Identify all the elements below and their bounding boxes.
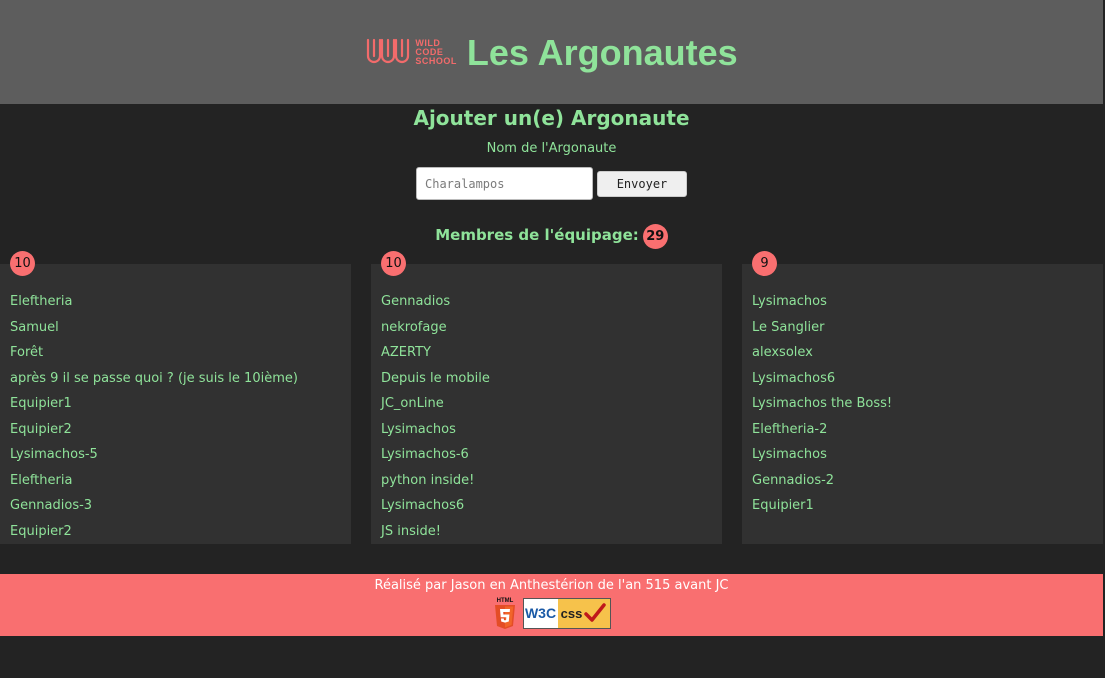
w3c-logo: W3C [523, 598, 558, 628]
member-item: Lysimachos the Boss! [752, 396, 893, 411]
member-item: Eleftheria-2 [752, 421, 828, 437]
site-footer: Réalisé par Jason en Anthestérion de l'a… [0, 574, 1103, 636]
brand: WILD CODE SCHOOL Les Argonautes [365, 30, 738, 74]
member-item: Equipier1 [752, 498, 814, 513]
member-item: nekrofage [381, 319, 447, 335]
css-validation-label: css [557, 598, 610, 628]
logo-text: WILD CODE SCHOOL [415, 38, 457, 66]
member-item: Samuel [10, 319, 59, 335]
column-count-badge: 9 [752, 251, 777, 276]
checkmark-icon [584, 603, 607, 622]
member-list: Eleftheria Samuel Forêt après 9 il se pa… [0, 264, 351, 544]
member-item: Eleftheria [10, 472, 73, 488]
page-title: Les Argonautes [466, 32, 738, 73]
member-column-2: 10 Gennadios nekrofage AZERTY Depuis le … [371, 251, 722, 544]
member-list: Gennadios nekrofage AZERTY Depuis le mob… [371, 264, 722, 544]
member-list: Lysimachos Le Sanglier alexsolex Lysimac… [742, 264, 1103, 519]
member-item: Lysimachos [381, 421, 456, 437]
member-item: Depuis le mobile [381, 370, 490, 386]
html5-label: HTML [496, 598, 513, 604]
member-item: Eleftheria [10, 294, 73, 309]
footer-credit: Réalisé par Jason en Anthestérion de l'a… [374, 578, 729, 593]
crew-count-badge: 29 [642, 224, 668, 249]
crew-label: Membres de l'équipage: [435, 225, 639, 244]
member-column-1: 10 Eleftheria Samuel Forêt après 9 il se… [0, 251, 351, 544]
member-item: Lysimachos-5 [10, 447, 98, 462]
member-item: Le Sanglier [752, 319, 825, 335]
column-count-badge: 10 [10, 251, 35, 276]
wild-code-school-logo-icon [367, 38, 410, 64]
member-item: Equipier2 [10, 523, 72, 539]
member-item: alexsolex [752, 345, 813, 360]
send-button[interactable]: Envoyer [597, 171, 687, 197]
member-item: python inside! [381, 472, 475, 488]
member-item: Gennadios-3 [10, 498, 93, 513]
site-header: WILD CODE SCHOOL Les Argonautes [0, 0, 1103, 104]
wild-code-school-logo[interactable]: WILD CODE SCHOOL [365, 36, 457, 68]
member-item: JC_onLine [381, 396, 444, 411]
member-item: Forêt [10, 345, 44, 360]
member-item: AZERTY [381, 345, 431, 360]
member-item: Lysimachos6 [381, 498, 465, 513]
member-item: Equipier1 [10, 396, 72, 411]
w3c-css-validator-badge[interactable]: W3C css [522, 597, 611, 629]
crew-summary: Membres de l'équipage: 29 [0, 220, 1103, 249]
form-title: Ajouter un(e) Argonaute [413, 106, 690, 130]
member-item: Lysimachos [752, 447, 827, 462]
name-label: Nom de l'Argonaute [486, 141, 617, 156]
css-label: css [560, 605, 583, 621]
validation-badges: HTML W3C css [0, 596, 1103, 630]
member-item: Lysimachos-6 [381, 447, 469, 462]
logo-line-3: SCHOOL [415, 55, 457, 66]
column-count-badge: 10 [381, 251, 406, 276]
member-item: Equipier2 [10, 421, 72, 437]
member-item: Gennadios-2 [752, 472, 835, 488]
member-item: JS inside! [381, 523, 441, 539]
member-item: Lysimachos6 [752, 370, 836, 386]
argonaut-name-input[interactable] [416, 167, 593, 200]
member-column-3: 9 Lysimachos Le Sanglier alexsolex Lysim… [742, 251, 1103, 544]
member-item: Lysimachos [752, 294, 827, 309]
member-item: après 9 il se passe quoi ? (je suis le 1… [10, 370, 298, 386]
html5-icon[interactable]: HTML [493, 596, 517, 630]
member-item: Gennadios [381, 294, 451, 309]
